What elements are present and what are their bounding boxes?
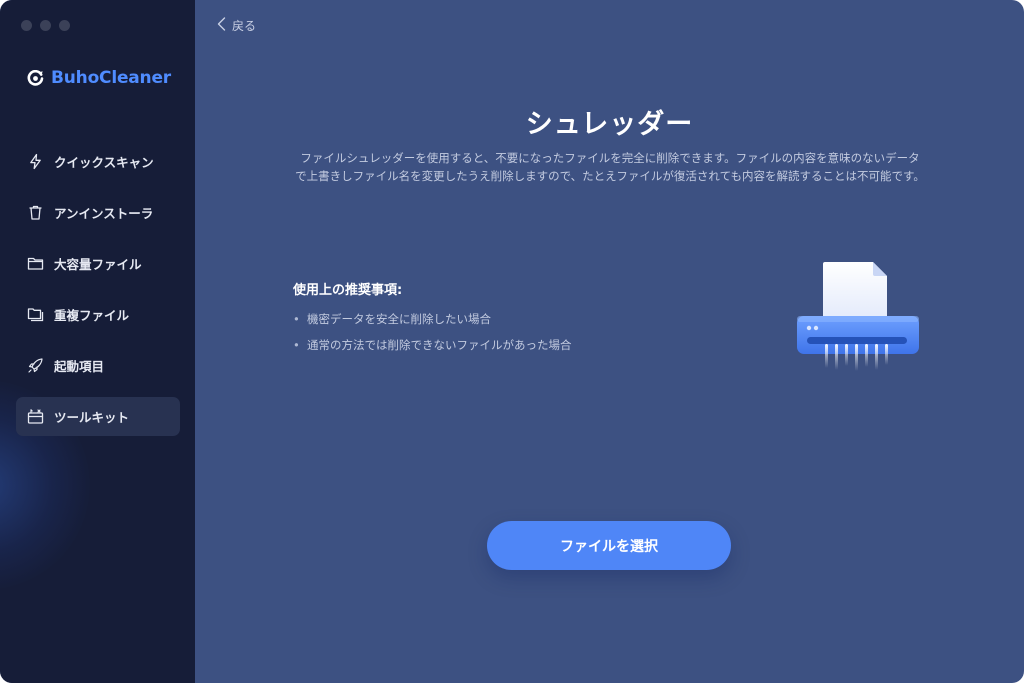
sidebar-item-uninstaller[interactable]: アンインストーラ [16, 193, 180, 232]
select-file-button[interactable]: ファイルを選択 [487, 521, 731, 570]
window-controls [21, 20, 70, 31]
page-description: ファイルシュレッダーを使用すると、不要になったファイルを完全に削除できます。ファ… [295, 151, 925, 183]
lightning-icon [27, 153, 44, 170]
trash-icon [27, 204, 44, 221]
chevron-left-icon [217, 17, 226, 34]
list-item: 機密データを安全に削除したい場合 [293, 306, 572, 332]
sidebar: BuhoCleaner クイックスキャン アンインストーラ 大容量ファイル 重複… [0, 0, 195, 683]
recommendations-list: 機密データを安全に削除したい場合 通常の方法では削除できないファイルがあった場合 [293, 306, 572, 358]
app-window: BuhoCleaner クイックスキャン アンインストーラ 大容量ファイル 重複… [0, 0, 1024, 683]
sidebar-item-duplicates[interactable]: 重複ファイル [16, 295, 180, 334]
list-item: 通常の方法では削除できないファイルがあった場合 [293, 332, 572, 358]
page-title: シュレッダー [525, 109, 694, 140]
app-name: BuhoCleaner [51, 68, 171, 88]
zoom-window-button[interactable] [59, 20, 70, 31]
close-window-button[interactable] [21, 20, 32, 31]
sidebar-item-label: 起動項目 [54, 359, 105, 374]
shredder-illustration-icon [795, 258, 925, 373]
sidebar-item-startup[interactable]: 起動項目 [16, 346, 180, 385]
back-label: 戻る [232, 19, 257, 33]
sidebar-item-label: 大容量ファイル [54, 257, 142, 272]
back-button[interactable]: 戻る [217, 17, 256, 34]
sidebar-item-quick-scan[interactable]: クイックスキャン [16, 142, 180, 181]
folder-icon [27, 255, 44, 272]
toolkit-icon [27, 408, 44, 425]
sidebar-item-large-files[interactable]: 大容量ファイル [16, 244, 180, 283]
sidebar-item-label: ツールキット [54, 410, 130, 425]
rocket-icon [27, 357, 44, 374]
sidebar-item-label: クイックスキャン [54, 155, 154, 170]
sidebar-item-label: アンインストーラ [54, 206, 154, 221]
minimize-window-button[interactable] [40, 20, 51, 31]
sidebar-nav: クイックスキャン アンインストーラ 大容量ファイル 重複ファイル 起動項目 ツー… [16, 142, 180, 448]
sidebar-item-toolkit[interactable]: ツールキット [16, 397, 180, 436]
main-panel: 戻る シュレッダー ファイルシュレッダーを使用すると、不要になったファイルを完全… [195, 0, 1024, 683]
recommendations-title: 使用上の推奨事項: [293, 283, 403, 298]
sidebar-item-label: 重複ファイル [54, 308, 130, 323]
brand: BuhoCleaner [27, 68, 171, 88]
duplicate-folder-icon [27, 306, 44, 323]
buho-logo-icon [27, 69, 44, 87]
